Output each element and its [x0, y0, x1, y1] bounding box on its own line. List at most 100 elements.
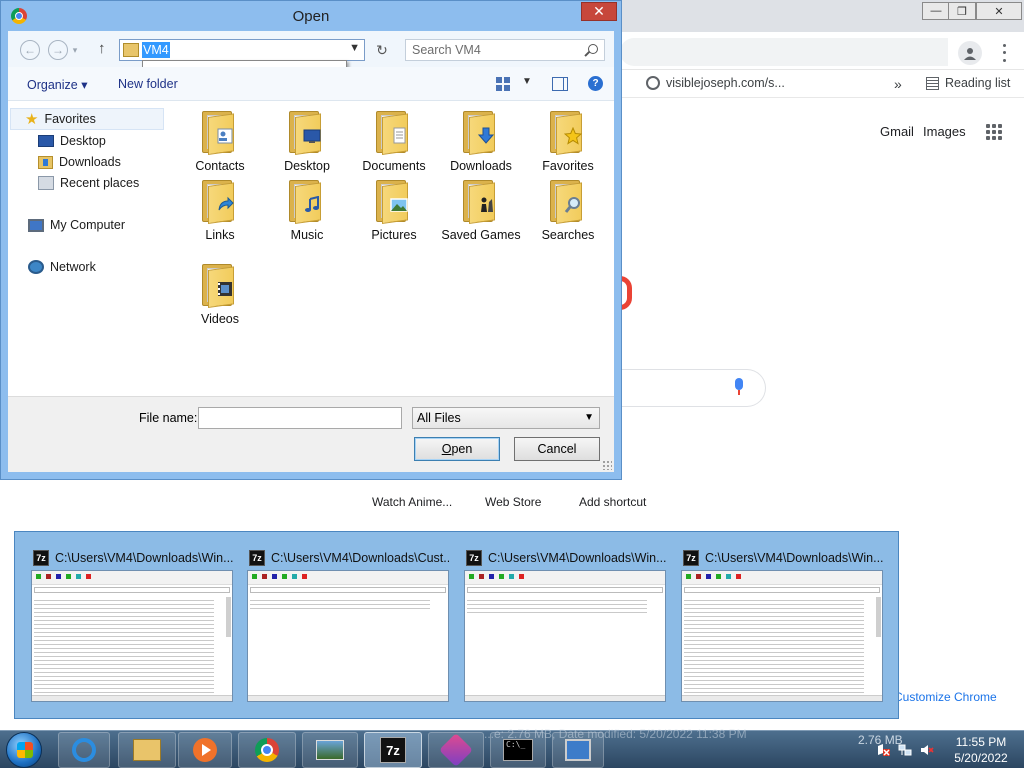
folder-links[interactable]: Links — [180, 176, 260, 243]
remote-desktop-icon — [565, 739, 591, 761]
taskbar-affinity[interactable] — [428, 732, 484, 768]
bookmarks-overflow-button[interactable]: » — [894, 76, 902, 92]
taskbar-thumbnail-flyout: 7z C:\Users\VM4\Downloads\Win... 7z C:\Use… — [14, 531, 899, 719]
resize-grip-icon[interactable] — [602, 460, 612, 470]
nav-item-favorites[interactable]: ★ Favorites — [10, 108, 164, 130]
forward-button[interactable]: → — [48, 40, 68, 60]
folder-pictures[interactable]: Pictures — [354, 176, 434, 243]
action-center-icon[interactable] — [876, 743, 890, 757]
chrome-menu-icon[interactable] — [996, 42, 1012, 64]
cancel-button[interactable]: Cancel — [514, 437, 600, 461]
reading-list-button[interactable]: Reading list — [926, 76, 1010, 90]
seven-zip-icon: 7z — [380, 737, 406, 763]
thumbnail-preview — [247, 570, 449, 702]
folder-documents[interactable]: Documents — [354, 107, 434, 174]
seven-zip-icon: 7z — [683, 550, 699, 566]
nav-item-network[interactable]: Network — [28, 256, 96, 278]
chrome-icon — [255, 738, 279, 762]
folder-favorites[interactable]: Favorites — [528, 107, 608, 174]
images-link[interactable]: Images — [923, 124, 966, 139]
folder-contacts[interactable]: Contacts — [180, 107, 260, 174]
file-type-select[interactable]: All Files ▼ — [412, 407, 600, 429]
new-folder-button[interactable]: New folder — [118, 77, 178, 91]
close-button[interactable]: ✕ — [976, 2, 1022, 20]
microphone-icon[interactable] — [734, 378, 744, 396]
open-dialog: Open ✕ ← → ▾ ↑ VM4 ▼ ↻ Organize ▾ New fo… — [0, 0, 622, 480]
seven-zip-icon: 7z — [33, 550, 49, 566]
google-apps-icon[interactable] — [986, 124, 1002, 140]
address-bar[interactable]: VM4 ▼ — [119, 39, 365, 61]
omnibox[interactable] — [620, 38, 948, 66]
folder-desktop[interactable]: Desktop — [267, 107, 347, 174]
folder-downloads[interactable]: Downloads — [441, 107, 521, 174]
thumbnail-window-2[interactable]: 7z C:\Users\VM4\Downloads\Cust... — [231, 532, 449, 720]
file-name-label: File name: — [139, 411, 198, 425]
thumbnail-preview — [681, 570, 883, 702]
customize-chrome-button[interactable]: Customize Chrome — [894, 690, 1004, 710]
pictures-folder-icon — [374, 176, 414, 224]
shortcut-add[interactable]: Add shortcut — [579, 495, 646, 509]
preview-pane-icon[interactable] — [552, 77, 568, 91]
system-clock[interactable]: 11:55 PM 5/20/2022 — [944, 734, 1018, 766]
help-icon[interactable]: ? — [588, 76, 603, 91]
refresh-icon[interactable]: ↻ — [372, 40, 392, 60]
star-icon: ★ — [25, 111, 39, 128]
shortcut-web-store[interactable]: Web Store — [485, 495, 541, 509]
gmail-link[interactable]: Gmail — [880, 124, 914, 139]
file-name-input[interactable] — [198, 407, 402, 429]
back-button[interactable]: ← — [20, 40, 40, 60]
open-button[interactable]: Open — [414, 437, 500, 461]
seven-zip-icon: 7z — [466, 550, 482, 566]
command-prompt-icon: C:\_ — [503, 739, 533, 761]
recent-locations-dropdown[interactable]: ▾ — [70, 40, 80, 60]
maximize-button[interactable]: ❐ — [948, 2, 976, 20]
clock-time: 11:55 PM — [955, 735, 1007, 749]
profile-icon[interactable] — [958, 41, 982, 65]
links-folder-icon — [200, 176, 240, 224]
nav-item-recent-places[interactable]: Recent places — [38, 172, 139, 194]
thumbnail-window-4[interactable]: 7z C:\Users\VM4\Downloads\Win... — [665, 532, 883, 720]
folder-saved-games[interactable]: Saved Games — [441, 176, 521, 243]
taskbar-chrome[interactable] — [238, 732, 296, 768]
taskbar-media-player[interactable] — [178, 732, 232, 768]
media-player-icon — [193, 738, 217, 762]
taskbar-image-viewer[interactable] — [302, 732, 358, 768]
network-tray-icon[interactable] — [898, 743, 912, 757]
image-viewer-icon — [316, 740, 344, 760]
taskbar-explorer[interactable] — [118, 732, 176, 768]
address-text[interactable]: VM4 — [142, 42, 170, 58]
thumbnail-preview — [464, 570, 666, 702]
search-box[interactable] — [405, 39, 605, 61]
nav-item-downloads[interactable]: Downloads — [38, 151, 121, 173]
nav-item-my-computer[interactable]: My Computer — [28, 214, 125, 236]
taskbar-ie[interactable] — [58, 732, 110, 768]
command-bar: Organize ▾ New folder ▼ ? — [8, 67, 614, 101]
shortcut-watch-anime[interactable]: Watch Anime... — [372, 495, 452, 509]
folder-videos[interactable]: Videos — [180, 260, 260, 327]
folder-searches[interactable]: Searches — [528, 176, 608, 243]
chevron-down-icon[interactable]: ▼ — [349, 42, 360, 54]
organize-button[interactable]: Organize ▾ — [27, 77, 87, 92]
dialog-titlebar[interactable]: Open ✕ — [1, 1, 621, 31]
view-options-chevron-icon[interactable]: ▼ — [522, 76, 532, 87]
folder-music[interactable]: Music — [267, 176, 347, 243]
search-icon[interactable] — [588, 44, 598, 54]
dialog-close-button[interactable]: ✕ — [581, 2, 617, 21]
contacts-folder-icon — [200, 107, 240, 155]
thumbnail-window-1[interactable]: 7z C:\Users\VM4\Downloads\Win... — [15, 532, 233, 720]
recent-places-icon — [38, 176, 54, 190]
desktop-folder-icon — [287, 107, 327, 155]
start-button[interactable] — [6, 732, 42, 768]
bookmark-visiblejoseph[interactable]: visiblejoseph.com/s... — [646, 76, 785, 90]
nav-item-desktop[interactable]: Desktop — [38, 130, 106, 152]
file-name-row: File name: All Files ▼ Open Cancel — [8, 396, 614, 472]
taskbar-7zip[interactable]: 7z — [364, 732, 422, 768]
minimize-button[interactable]: — — [922, 2, 950, 20]
up-level-icon[interactable]: ↑ — [98, 40, 106, 57]
change-view-icon[interactable] — [496, 77, 512, 91]
seven-zip-icon: 7z — [249, 550, 265, 566]
search-input[interactable] — [412, 42, 572, 58]
thumbnail-window-3[interactable]: 7z C:\Users\VM4\Downloads\Win... — [448, 532, 666, 720]
desktop-icon — [38, 135, 54, 147]
volume-muted-icon[interactable] — [920, 743, 934, 757]
